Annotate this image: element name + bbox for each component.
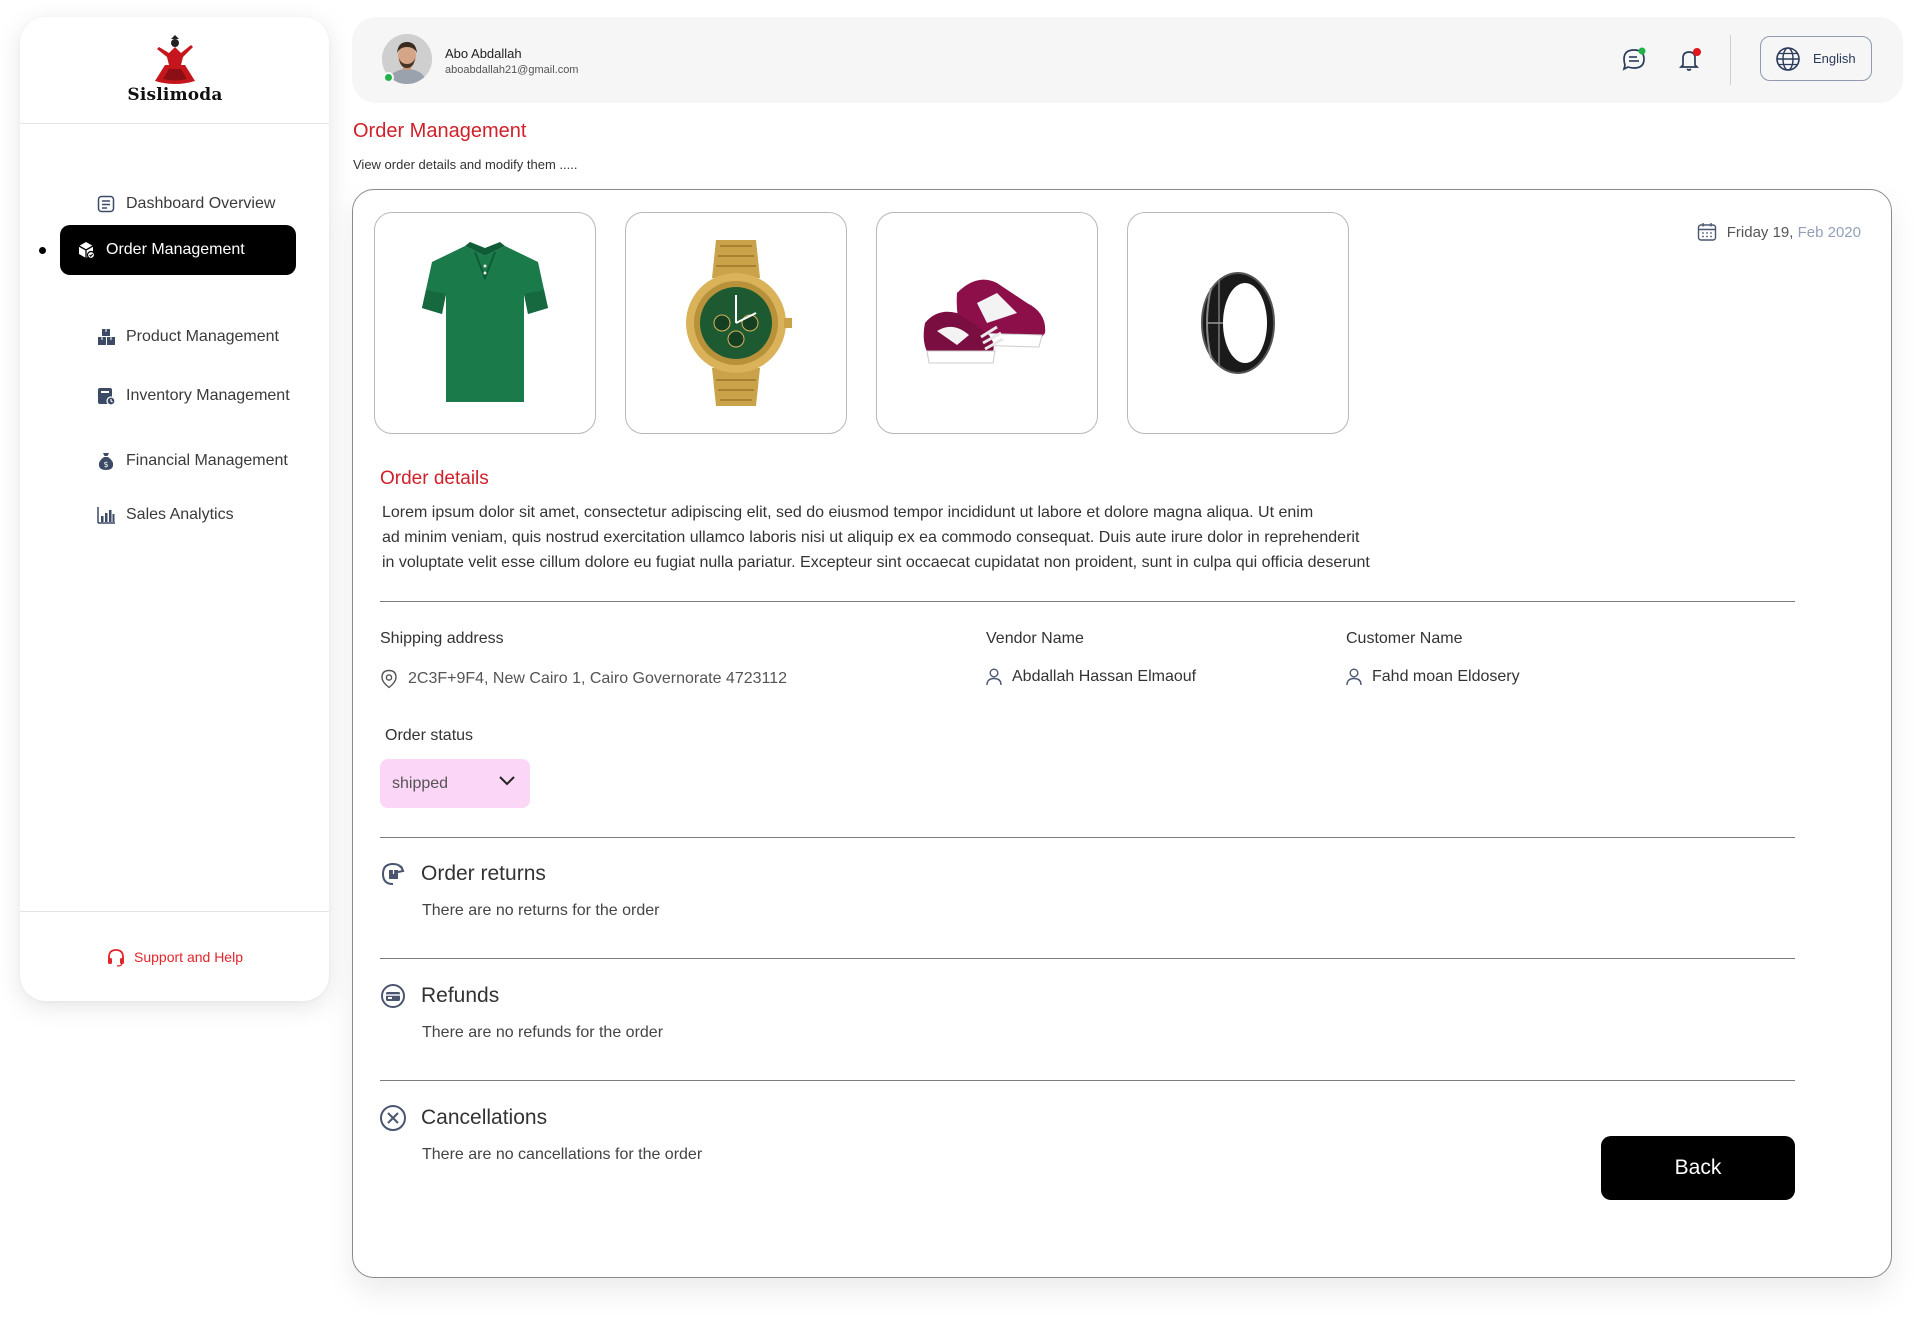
globe-icon: [1776, 46, 1800, 71]
location-pin-icon: [381, 669, 397, 689]
divider: [380, 1080, 1795, 1081]
svg-text:$: $: [103, 460, 108, 469]
polo-shirt-image: [422, 242, 548, 402]
black-ring-image: [1201, 272, 1275, 374]
vendor-name-value: Abdallah Hassan Elmaouf: [986, 668, 1196, 686]
cancellations-text: There are no cancellations for the order: [422, 1146, 703, 1163]
return-box-icon: [379, 860, 407, 888]
online-status-dot: [383, 72, 394, 83]
order-details-title: Order details: [380, 468, 489, 489]
order-details-card: Friday 19, Feb 2020 Order details Lorem …: [352, 189, 1892, 1278]
shipping-address-text: 2C3F+9F4, New Cairo 1, Cairo Governorate…: [408, 670, 788, 687]
sidebar: Sislimoda Dashboard Overview Order Manag…: [20, 17, 329, 1001]
sidebar-item-label: Inventory Management: [126, 387, 290, 404]
headset-icon: [108, 948, 125, 967]
money-bag-icon: $: [96, 451, 116, 471]
customer-name-text: Fahd moan Eldosery: [1372, 668, 1520, 685]
chat-icon: [1622, 47, 1646, 71]
messages-button[interactable]: [1618, 44, 1650, 76]
refund-card-icon: [379, 982, 407, 1010]
dervish-logo-icon: [155, 35, 195, 84]
description-line: in voluptate velit esse cillum dolore eu…: [382, 554, 1370, 571]
order-returns-title: Order returns: [421, 862, 546, 885]
inventory-icon: [96, 386, 116, 406]
sidebar-item-financial-management[interactable]: $ Financial Management: [60, 436, 316, 486]
page-title: Order Management: [353, 120, 527, 142]
cancel-circle-icon: [379, 1104, 407, 1132]
refunds-title: Refunds: [421, 984, 500, 1007]
product-thumbnail[interactable]: [374, 212, 596, 434]
back-button[interactable]: Back: [1601, 1136, 1795, 1200]
language-button[interactable]: English: [1760, 36, 1872, 81]
support-link[interactable]: Support and Help: [106, 947, 243, 967]
support-label: Support and Help: [134, 948, 243, 965]
date-day: Friday 19,: [1726, 223, 1794, 241]
user-icon: [986, 668, 1002, 686]
sidebar-item-dashboard-overview[interactable]: Dashboard Overview: [60, 179, 316, 229]
date-month-year: Feb 2020: [1797, 223, 1861, 241]
language-label: English: [1813, 51, 1856, 66]
order-status-select[interactable]: shipped: [380, 759, 530, 808]
order-box-icon: [76, 240, 96, 260]
brand-logo[interactable]: Sislimoda: [120, 35, 230, 115]
order-status-label: Order status: [385, 727, 474, 744]
shipping-address-label: Shipping address: [380, 630, 504, 647]
divider: [380, 958, 1795, 959]
bar-chart-icon: [96, 505, 116, 525]
notifications-button[interactable]: [1674, 44, 1706, 76]
description-line: ad minim veniam, quis nostrud exercitati…: [382, 529, 1360, 546]
cancellations-title: Cancellations: [421, 1106, 548, 1129]
product-thumbnail[interactable]: [1127, 212, 1349, 434]
logo-area: Sislimoda: [20, 17, 329, 124]
shipping-address-value: 2C3F+9F4, New Cairo 1, Cairo Governorate…: [380, 669, 787, 689]
sidebar-footer: Support and Help: [20, 911, 329, 1001]
description-line: Lorem ipsum dolor sit amet, consectetur …: [382, 504, 1314, 521]
order-date: Friday 19, Feb 2020: [1697, 222, 1861, 242]
header-divider: [1730, 35, 1731, 85]
vendor-name-text: Abdallah Hassan Elmaouf: [1012, 668, 1197, 685]
calendar-icon: [1697, 223, 1716, 241]
divider: [380, 601, 1795, 602]
sneakers-image: [923, 279, 1046, 364]
divider: [380, 837, 1795, 838]
active-indicator-dot: [39, 247, 46, 254]
vendor-name-label: Vendor Name: [986, 630, 1084, 647]
chevron-down-icon: [499, 776, 515, 786]
brand-name: Sislimoda: [127, 85, 223, 105]
top-header: Abo Abdallah aboabdallah21@gmail.com Eng…: [352, 17, 1903, 103]
sidebar-item-sales-analytics[interactable]: Sales Analytics: [60, 490, 316, 540]
order-status-value: shipped: [392, 774, 449, 792]
order-description: Lorem ipsum dolor sit amet, consectetur …: [382, 500, 1532, 575]
sidebar-item-label: Order Management: [106, 241, 245, 258]
user-name: Abo Abdallah: [445, 46, 522, 61]
dashboard-icon: [96, 194, 116, 214]
user-email: aboabdallah21@gmail.com: [445, 64, 579, 76]
product-boxes-icon: [96, 327, 116, 347]
product-thumbnail[interactable]: [876, 212, 1098, 434]
sidebar-item-product-management[interactable]: Product Management: [60, 312, 316, 362]
sidebar-item-label: Dashboard Overview: [126, 195, 276, 212]
sidebar-item-label: Sales Analytics: [126, 506, 234, 523]
product-thumbnail[interactable]: [625, 212, 847, 434]
bell-icon: [1678, 48, 1701, 71]
customer-name-value: Fahd moan Eldosery: [1346, 668, 1520, 686]
order-returns-text: There are no returns for the order: [422, 902, 660, 919]
sidebar-item-label: Product Management: [126, 328, 279, 345]
sidebar-item-inventory-management[interactable]: Inventory Management: [60, 371, 316, 421]
sidebar-item-label: Financial Management: [126, 452, 288, 469]
user-icon: [1346, 668, 1362, 686]
customer-name-label: Customer Name: [1346, 630, 1463, 647]
refunds-text: There are no refunds for the order: [422, 1024, 664, 1041]
sidebar-item-order-management[interactable]: Order Management: [60, 225, 296, 275]
page-subtitle: View order details and modify them .....: [353, 157, 578, 172]
gold-watch-image: [686, 240, 792, 406]
